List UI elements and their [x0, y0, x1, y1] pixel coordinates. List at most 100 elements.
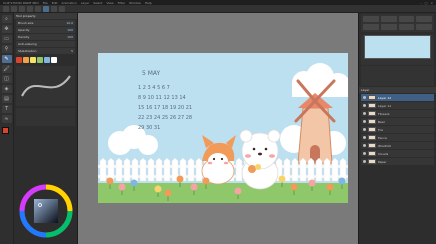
tool-property-panel: Tool property Brush size 10.0 Opacity 10…	[14, 13, 78, 244]
layer-name: Fox	[378, 127, 384, 132]
transform-icon[interactable]	[43, 5, 49, 12]
swatch-red[interactable]	[16, 57, 22, 63]
menu-file[interactable]: File	[43, 1, 48, 5]
nav-actual-size-icon[interactable]	[398, 24, 415, 30]
layer-item[interactable]: Flowers	[361, 110, 434, 117]
brush-size-row[interactable]: Brush size 10.0	[16, 20, 75, 26]
stabilization-value[interactable]: 5	[71, 49, 73, 53]
layer-item[interactable]: Fence	[361, 134, 434, 141]
layer-thumbnail	[368, 135, 376, 140]
layer-item[interactable]: Fox	[361, 126, 434, 133]
redo-icon[interactable]	[35, 5, 41, 12]
layer-thumbnail	[368, 103, 376, 108]
visibility-eye-icon[interactable]	[363, 152, 366, 155]
swatch-green[interactable]	[37, 57, 43, 63]
swatch-blue[interactable]	[44, 57, 50, 63]
open-file-icon[interactable]	[11, 5, 17, 12]
navigator-preview[interactable]	[361, 35, 434, 65]
fence-picket	[299, 157, 307, 182]
opacity-row[interactable]: Opacity 100	[16, 27, 75, 33]
density-label: Density	[18, 35, 30, 39]
antialiasing-label: Anti-aliasing	[18, 42, 37, 46]
canvas-area[interactable]: 5 MAY 1 2 3 4 5 6 7 8 9 10 11 12 13 14 1…	[78, 13, 358, 244]
opacity-value[interactable]: 100	[67, 28, 73, 32]
color-wheel-graphic[interactable]	[18, 183, 74, 239]
swatch-yellow[interactable]	[30, 57, 36, 63]
save-icon[interactable]	[19, 5, 25, 12]
undo-icon[interactable]	[27, 5, 33, 12]
visibility-eye-icon[interactable]	[363, 112, 366, 115]
selection-tool-icon[interactable]: ▭	[1, 35, 12, 43]
pen-tool-icon[interactable]: ✎	[1, 55, 12, 63]
nav-fit-icon[interactable]	[398, 16, 415, 22]
fence-picket	[139, 157, 147, 182]
brush-size-value[interactable]: 10.0	[66, 21, 73, 25]
menu-layer[interactable]: Layer	[81, 1, 89, 5]
opacity-label: Opacity	[18, 28, 30, 32]
layer-item[interactable]: Layer 11	[361, 102, 434, 109]
visibility-eye-icon[interactable]	[363, 160, 366, 163]
density-value[interactable]: 100	[67, 35, 73, 39]
eyedropper-tool-icon[interactable]: ⚲	[1, 45, 12, 53]
ruler-icon[interactable]	[59, 5, 65, 12]
menu-animation[interactable]: Animation	[62, 1, 77, 5]
color-wheel[interactable]	[18, 183, 74, 239]
nav-rotate-icon[interactable]	[416, 16, 432, 22]
density-row[interactable]: Density 100	[16, 34, 75, 40]
visibility-eye-icon[interactable]	[363, 128, 366, 131]
calendar-row-2: 8 9 10 11 12 13 14	[138, 95, 186, 101]
visibility-eye-icon[interactable]	[363, 104, 366, 107]
color-indicator[interactable]	[1, 127, 12, 137]
swatch-white[interactable]	[51, 57, 57, 63]
layer-item[interactable]: Clouds	[361, 150, 434, 157]
calendar-row-4: 22 23 24 25 26 27 28	[138, 115, 192, 121]
layer-item[interactable]: Windmill	[361, 142, 434, 149]
flower-head	[176, 175, 184, 183]
main-color-swatch[interactable]	[1, 127, 9, 134]
navigator-thumbnail[interactable]	[364, 35, 431, 59]
text-tool-icon[interactable]: T	[1, 105, 12, 113]
menu-edit[interactable]: Edit	[52, 1, 58, 5]
visibility-eye-icon[interactable]	[363, 136, 366, 139]
menu-help[interactable]: Help	[145, 1, 152, 5]
brush-size-label: Brush size	[18, 21, 34, 25]
menu-select[interactable]: Select	[93, 1, 102, 5]
eraser-tool-icon[interactable]: ◫	[1, 75, 12, 83]
maximize-icon[interactable]: □	[425, 1, 428, 5]
gradient-tool-icon[interactable]: ▤	[1, 95, 12, 103]
nav-zoom-in-icon[interactable]	[363, 16, 379, 22]
brush-tool-icon[interactable]: 🖌	[1, 65, 12, 73]
artboard[interactable]: 5 MAY 1 2 3 4 5 6 7 8 9 10 11 12 13 14 1…	[98, 53, 348, 203]
stabilization-row[interactable]: Stabilization 5	[16, 48, 75, 54]
nav-zoom-out-icon[interactable]	[380, 16, 397, 22]
flower-head	[164, 189, 172, 197]
visibility-eye-icon[interactable]	[363, 120, 366, 123]
nav-flip-icon[interactable]	[363, 24, 379, 30]
fence-picket	[107, 157, 115, 182]
menu-window[interactable]: Window	[129, 1, 141, 5]
swatch-orange[interactable]	[23, 57, 29, 63]
nav-fit-width-icon[interactable]	[416, 24, 432, 30]
close-icon[interactable]: ×	[430, 1, 433, 5]
blend-tool-icon[interactable]: ≈	[1, 115, 12, 123]
app-title: CLIP STUDIO PAINT PRO	[3, 0, 39, 5]
layer-item[interactable]: Bear	[361, 118, 434, 125]
layer-item[interactable]: Layer 12	[361, 94, 434, 101]
visibility-eye-icon[interactable]	[363, 96, 366, 99]
nav-reset-icon[interactable]	[380, 24, 397, 30]
layer-name: Layer 12	[378, 95, 392, 100]
fence-picket	[155, 157, 163, 182]
minimize-icon[interactable]: –	[420, 1, 422, 5]
sub-tool-list[interactable]	[16, 108, 75, 126]
snap-icon[interactable]	[51, 5, 57, 12]
new-file-icon[interactable]	[3, 5, 9, 12]
menu-view[interactable]: View	[106, 1, 113, 5]
visibility-eye-icon[interactable]	[363, 144, 366, 147]
move-tool-icon[interactable]: ✥	[1, 25, 12, 33]
antialiasing-row[interactable]: Anti-aliasing	[16, 41, 75, 47]
layer-item[interactable]: Paper	[361, 158, 434, 165]
zoom-tool-icon[interactable]: ⌕	[1, 15, 12, 23]
layer-name: Windmill	[378, 143, 391, 148]
menu-filter[interactable]: Filter	[118, 1, 125, 5]
fill-tool-icon[interactable]: ◈	[1, 85, 12, 93]
